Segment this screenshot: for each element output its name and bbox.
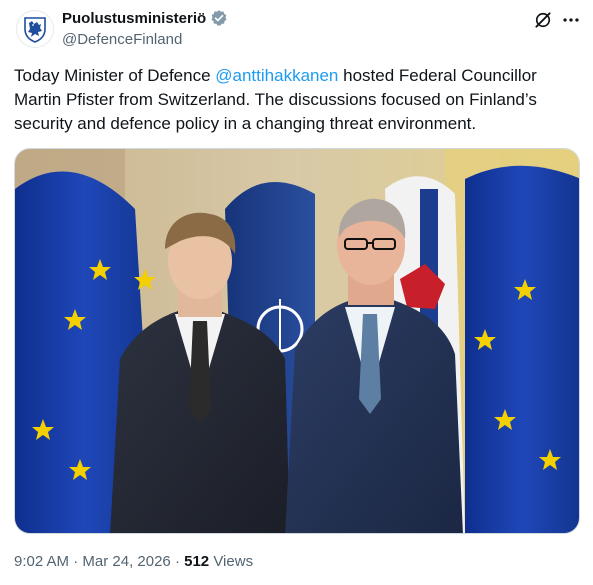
avatar[interactable] (16, 10, 54, 48)
post-date[interactable]: Mar 24, 2026 (82, 553, 170, 570)
author-name-row: Puolustusministeriö (62, 9, 228, 27)
more-icon[interactable] (560, 9, 582, 31)
post-text-before: Today Minister of Defence (14, 66, 216, 85)
meta-separator: · (170, 553, 185, 570)
finnish-lion-shield-icon (24, 17, 46, 43)
display-name[interactable]: Puolustusministeriö (62, 10, 206, 27)
photo-scene (15, 149, 579, 533)
post-time[interactable]: 9:02 AM (14, 553, 69, 570)
views-count: 512 (184, 553, 210, 570)
post-meta: 9:02 AM · Mar 24, 2026 · 512 Views (14, 553, 253, 570)
meta-separator: · (69, 553, 83, 570)
verified-badge-icon[interactable] (210, 9, 228, 27)
post-photo[interactable] (14, 148, 580, 534)
mention-link[interactable]: @anttihakkanen (215, 66, 338, 85)
views-label: Views (209, 553, 254, 570)
author-handle[interactable]: @DefenceFinland (62, 31, 182, 48)
post-text: Today Minister of Defence @anttihakkanen… (14, 64, 574, 136)
grok-icon[interactable] (533, 10, 553, 30)
